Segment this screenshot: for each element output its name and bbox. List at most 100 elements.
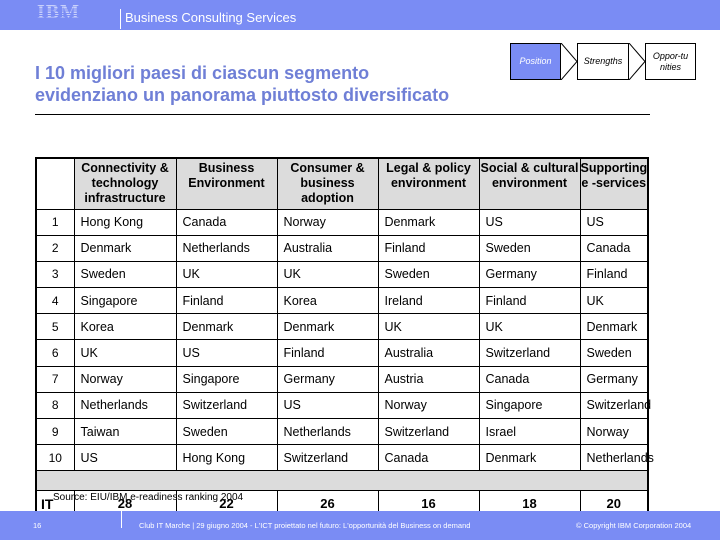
country-cell: Germany [276,365,379,393]
table-row: 1 Hong Kong Canada Norway Denmark US US [35,208,649,236]
country-cell: Sweden [175,417,278,446]
country-cell: Netherlands [579,444,654,472]
country-cell: Switzerland [276,444,379,472]
rank-cell: 2 [35,234,75,262]
country-cell: Finland [579,260,649,289]
column-header-rank [35,157,75,210]
country-cell: Norway [276,208,379,236]
ranking-table: Connectivity & technology infrastructure… [35,157,654,518]
country-cell: Finland [377,234,480,262]
country-cell: UK [579,287,649,315]
table-row: 3 Sweden UK UK Sweden Germany Finland [35,260,649,289]
country-cell: Germany [579,365,649,393]
column-header: Legal & policy environment [377,157,480,210]
rank-cell: 9 [35,417,75,446]
header-bar [0,0,720,30]
separator-row [35,470,649,492]
country-cell: UK [276,260,379,289]
rank-cell: 5 [35,313,75,341]
country-cell: Switzerland [175,391,278,420]
source-note: Source: EIU/IBM e-readiness ranking 2004 [53,492,244,503]
country-cell: Switzerland [478,339,581,367]
country-cell: Canada [478,365,581,393]
rank-cell: 7 [35,365,75,393]
table-row: 9 Taiwan Sweden Netherlands Switzerland Israe… [35,417,649,446]
step-strengths: Strengths [577,43,629,80]
title-line-1: I 10 migliori paesi di ciascun segmento [35,63,370,83]
country-cell: Sweden [478,234,581,262]
country-cell: Sweden [579,339,649,367]
table-row: 5 Korea Denmark Denmark UK UK Denmark [35,313,649,341]
country-cell: Netherlands [73,391,177,420]
country-cell: Sweden [73,260,177,289]
rank-cell: 6 [35,339,75,367]
ibm-logo: IBM [37,2,85,22]
country-cell: Denmark [73,234,177,262]
country-cell: Canada [175,208,278,236]
chevron-right-icon [629,43,645,80]
table-row: 10 US Hong Kong Switzerland Canada Denmark Net… [35,444,654,472]
country-cell: UK [175,260,278,289]
table-row: 7 Norway Singapore Germany Austria Canada Germ… [35,365,649,393]
country-cell: Ireland [377,287,480,315]
country-cell: Denmark [276,313,379,341]
country-cell: Finland [276,339,379,367]
country-cell: Singapore [478,391,581,420]
country-cell: Finland [175,287,278,315]
country-cell: Norway [377,391,480,420]
country-cell: Finland [478,287,581,315]
country-cell: Norway [73,365,177,393]
country-cell: Canada [377,444,480,472]
country-cell: Australia [377,339,480,367]
process-steps: Position Strengths Oppor-tunities [510,43,705,80]
footer-separator [121,511,122,528]
column-header: Business Environment [175,157,278,210]
country-cell: Denmark [377,208,480,236]
country-cell: Hong Kong [73,208,177,236]
country-cell: Canada [579,234,649,262]
country-cell: Sweden [377,260,480,289]
slide-title: I 10 migliori paesi di ciascun segmento … [35,62,449,106]
country-cell: US [73,444,177,472]
rank-cell: 10 [35,444,75,472]
country-cell: Denmark [579,313,649,341]
country-cell: Korea [73,313,177,341]
table-row: 4 Singapore Finland Korea Ireland Finland UK [35,287,649,315]
country-cell: US [175,339,278,367]
table-row: 8 Netherlands Switzerland US Norway Singapore… [35,391,651,420]
page-number: 16 [33,521,42,530]
country-cell: Netherlands [276,417,379,446]
country-cell: Denmark [478,444,581,472]
column-header: Connectivity & technology infrastructure [73,157,177,210]
country-cell: US [579,208,649,236]
footer-event: Club IT Marche | 29 giugno 2004 - L'ICT … [139,521,471,530]
country-cell: Denmark [175,313,278,341]
country-cell: Singapore [73,287,177,315]
country-cell: Korea [276,287,379,315]
table-header-row: Connectivity & technology infrastructure… [35,157,649,210]
column-header: Supporting e -services [579,157,649,210]
rank-cell: 1 [35,208,75,236]
copyright: © Copyright IBM Corporation 2004 [576,521,692,530]
rank-cell: 8 [35,391,75,420]
chevron-right-icon [561,43,577,80]
country-cell: UK [478,313,581,341]
rank-cell: 4 [35,287,75,315]
header-separator [120,9,121,29]
title-divider [35,114,650,115]
country-cell: Israel [478,417,581,446]
column-header: Social & cultural environment [478,157,581,210]
step-opportunities: Oppor-tunities [645,43,696,80]
table-row: 2 Denmark Netherlands Australia Finland Swede… [35,234,649,262]
country-cell: Netherlands [175,234,278,262]
title-line-2: evidenziano un panorama piuttosto divers… [35,85,450,105]
country-cell: Germany [478,260,581,289]
country-cell: Austria [377,365,480,393]
country-cell: US [276,391,379,420]
rank-cell: 3 [35,260,75,289]
step-position: Position [510,43,561,80]
column-header: Consumer & business adoption [276,157,379,210]
country-cell: Switzerland [579,391,651,420]
country-cell: Taiwan [73,417,177,446]
division-name: Business Consulting Services [125,10,297,25]
